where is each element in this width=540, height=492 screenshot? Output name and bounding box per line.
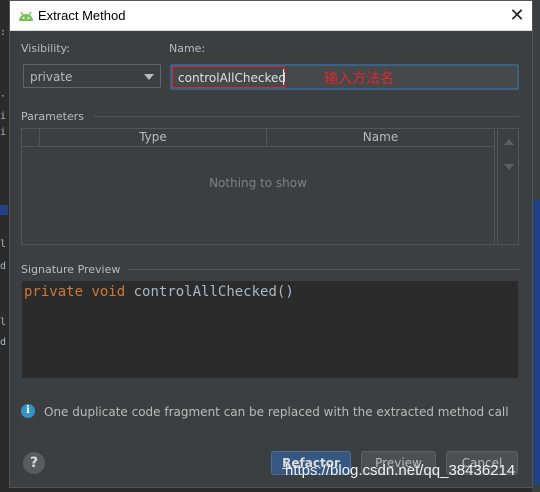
table-header-checkbox-col	[22, 129, 40, 146]
parameters-separator	[94, 116, 519, 117]
keyword-void: void	[91, 284, 126, 300]
signature-preview: private void controlAllChecked()	[21, 280, 519, 379]
extract-method-dialog: Extract Method ✕ Visibility: private Nam…	[9, 0, 533, 488]
move-down-icon[interactable]	[504, 164, 514, 170]
table-header-type[interactable]: Type	[40, 129, 267, 146]
ide-code-glyph: ·	[0, 91, 7, 102]
table-header-name[interactable]: Name	[267, 129, 494, 146]
text-caret	[283, 69, 284, 85]
ide-code-glyph: :	[0, 27, 7, 38]
ide-selection-marker	[0, 205, 8, 215]
parameters-table[interactable]: Type Name Nothing to show	[21, 128, 495, 245]
visibility-selected-value: private	[30, 70, 73, 84]
ide-code-glyph: l	[0, 239, 7, 250]
method-signature: controlAllChecked()	[133, 284, 294, 300]
name-label: Name:	[169, 42, 206, 55]
visibility-dropdown[interactable]: private	[23, 64, 161, 88]
ide-code-glyph: i	[0, 127, 7, 138]
chevron-down-icon	[144, 74, 154, 80]
android-icon	[19, 11, 33, 21]
name-annotation: 输入方法名	[324, 71, 394, 87]
duplicate-info-text: One duplicate code fragment can be repla…	[44, 405, 509, 419]
method-name-value: controlAllChecked	[178, 71, 286, 85]
help-button[interactable]: ?	[23, 452, 45, 474]
keyword-private: private	[24, 284, 84, 300]
ide-code-glyph: d	[0, 337, 7, 348]
visibility-label: Visibility:	[21, 42, 71, 55]
signature-separator	[128, 269, 519, 270]
move-up-icon[interactable]	[504, 139, 514, 145]
close-icon[interactable]: ✕	[507, 6, 527, 26]
title-bar: Extract Method ✕	[10, 1, 532, 31]
info-icon: i	[21, 404, 35, 418]
table-header: Type Name	[22, 129, 494, 147]
ide-code-glyph: l	[0, 317, 7, 328]
signature-code: private void controlAllChecked()	[24, 284, 294, 300]
signature-preview-label: Signature Preview	[21, 263, 121, 276]
parameter-move-controls	[497, 128, 519, 245]
ide-right-strip	[532, 0, 540, 492]
watermark: https://blog.csdn.net/qq_38436214	[285, 462, 516, 479]
ide-selection-bar	[532, 200, 540, 484]
ide-code-glyph: d	[0, 261, 7, 272]
parameters-label: Parameters	[21, 110, 84, 123]
dialog-title: Extract Method	[38, 8, 126, 23]
ide-code-glyph: i	[0, 111, 7, 122]
empty-table-message: Nothing to show	[209, 176, 307, 190]
